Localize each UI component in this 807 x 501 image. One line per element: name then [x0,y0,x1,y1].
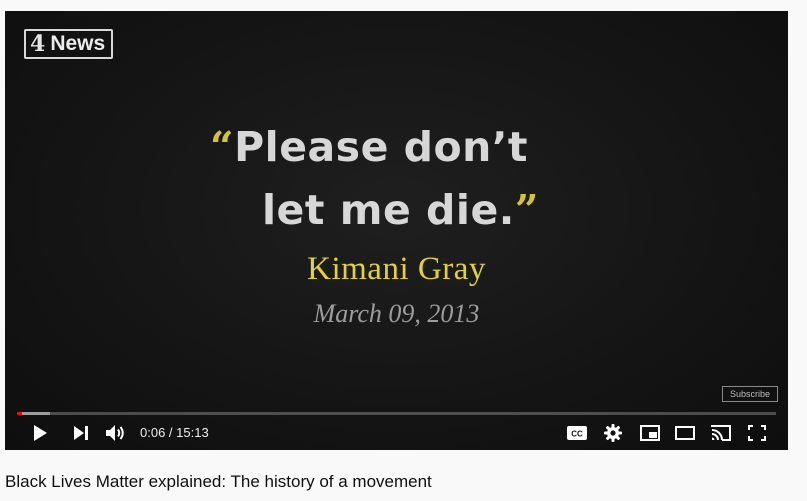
svg-text:CC: CC [571,430,583,439]
duration: 15:13 [176,425,209,440]
quote-line-1: “Please don’t [210,116,539,179]
volume-icon [106,424,126,442]
channel4-logo-mark: 4 [30,31,46,57]
play-button[interactable] [29,423,51,443]
miniplayer-icon [640,425,660,441]
quote-line-2-text: let me die. [262,186,515,234]
next-button[interactable] [70,423,92,443]
channel-logo-text: News [50,32,106,55]
fullscreen-button[interactable] [746,423,768,443]
event-date: March 09, 2013 [313,299,480,328]
theater-mode-button[interactable] [674,423,696,443]
cast-button[interactable] [710,423,732,443]
captions-icon: CC [567,426,587,440]
cast-icon [711,425,731,441]
time-separator: / [165,425,177,440]
play-icon [33,425,47,441]
person-name: Kimani Gray [307,251,486,287]
fullscreen-icon [748,425,766,441]
open-quote-mark: “ [210,123,235,171]
player-controls: 0:06 / 15:13 CC [5,419,788,447]
quote-line-1-text: Please don’t [234,123,529,171]
progress-played [17,412,23,415]
subscribe-watermark-button[interactable]: Subscribe [722,386,778,402]
theater-icon [675,426,695,440]
current-time: 0:06 [140,425,166,440]
progress-bar[interactable] [17,412,776,415]
video-player[interactable]: 4 News “Please don’t let me die.” Kimani… [5,11,788,450]
settings-button[interactable] [602,423,624,443]
close-quote-mark: ” [514,186,539,234]
quote-line-2: let me die.” [210,179,539,242]
captions-button[interactable]: CC [566,423,588,443]
miniplayer-button[interactable] [639,423,661,443]
gear-icon [604,424,622,442]
time-display: 0:06 / 15:13 [140,425,209,441]
video-title[interactable]: Black Lives Matter explained: The histor… [5,471,432,493]
channel-logo: 4 News [24,29,114,59]
quote-text: “Please don’t let me die.” [210,116,539,242]
next-icon [73,426,89,440]
volume-button[interactable] [105,423,127,443]
